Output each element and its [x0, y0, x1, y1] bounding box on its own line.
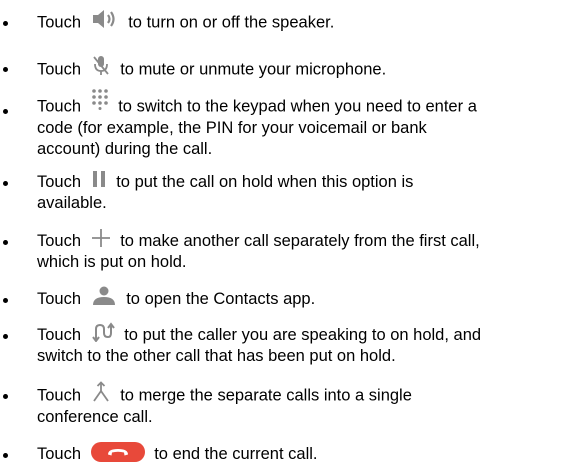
item-description: to switch to the keypad when you need to…: [118, 97, 477, 116]
item-description-continued: which is put on hold.: [37, 253, 187, 271]
touch-word: Touch: [37, 60, 82, 79]
touch-word: Touch: [37, 232, 82, 250]
item-description: to turn on or off the speaker.: [128, 13, 335, 32]
bullet: [3, 109, 8, 114]
keypad-icon: [91, 88, 109, 110]
list-item-text: Touch to mute or unmute your microphone.: [37, 56, 577, 82]
list-item-text: Touch to open the Contacts app.: [37, 286, 577, 310]
bullet: [3, 240, 8, 245]
item-description: to put the call on hold when this option…: [116, 173, 414, 191]
end-call-icon: [90, 441, 145, 462]
item-description: to make another call separately from the…: [120, 232, 480, 250]
item-description: to put the caller you are speaking to on…: [124, 326, 482, 344]
list-item-text: Touch to end the current call.: [37, 441, 577, 465]
merge-calls-icon: [91, 381, 111, 403]
plus-icon: [91, 228, 111, 248]
list-item-text: Touch to turn on or off the speaker.: [37, 10, 577, 34]
list-item-text: Touch to switch to the keypad when you n…: [37, 89, 577, 160]
item-description: to end the current call.: [154, 445, 318, 463]
bullet: [3, 67, 8, 72]
touch-word: Touch: [37, 445, 82, 463]
list-item-text: Touch to make another call separately fr…: [37, 228, 577, 273]
touch-word: Touch: [37, 173, 82, 191]
list-item-text: Touch to put the caller you are speaking…: [37, 321, 577, 367]
bullet: [3, 21, 8, 26]
bullet: [3, 394, 8, 399]
swap-calls-icon: [91, 321, 115, 342]
touch-word: Touch: [37, 97, 82, 116]
touch-word: Touch: [37, 386, 82, 405]
pause-icon: [91, 169, 107, 189]
touch-word: Touch: [37, 326, 82, 344]
item-description: to open the Contacts app.: [126, 290, 316, 308]
bullet: [3, 453, 8, 458]
touch-word: Touch: [37, 13, 82, 32]
instruction-list: Touch to turn on or off the speaker. Tou…: [0, 0, 581, 468]
list-item-text: Touch to put the call on hold when this …: [37, 169, 577, 214]
item-description: to merge the separate calls into a singl…: [120, 386, 412, 405]
contact-person-icon: [91, 286, 117, 306]
bullet: [3, 334, 8, 339]
item-description-continued: switch to the other call that has been p…: [37, 347, 396, 365]
touch-word: Touch: [37, 290, 82, 308]
list-item-text: Touch to merge the separate calls into a…: [37, 381, 577, 428]
bullet: [3, 181, 8, 186]
bullet: [3, 298, 8, 303]
speaker-icon: [91, 8, 119, 30]
item-description-continued: available.: [37, 194, 107, 212]
item-description-continued: code (for example, the PIN for your voic…: [37, 119, 427, 158]
mute-microphone-icon: [91, 54, 111, 78]
item-description: to mute or unmute your microphone.: [120, 60, 387, 79]
item-description-continued: conference call.: [37, 408, 153, 426]
